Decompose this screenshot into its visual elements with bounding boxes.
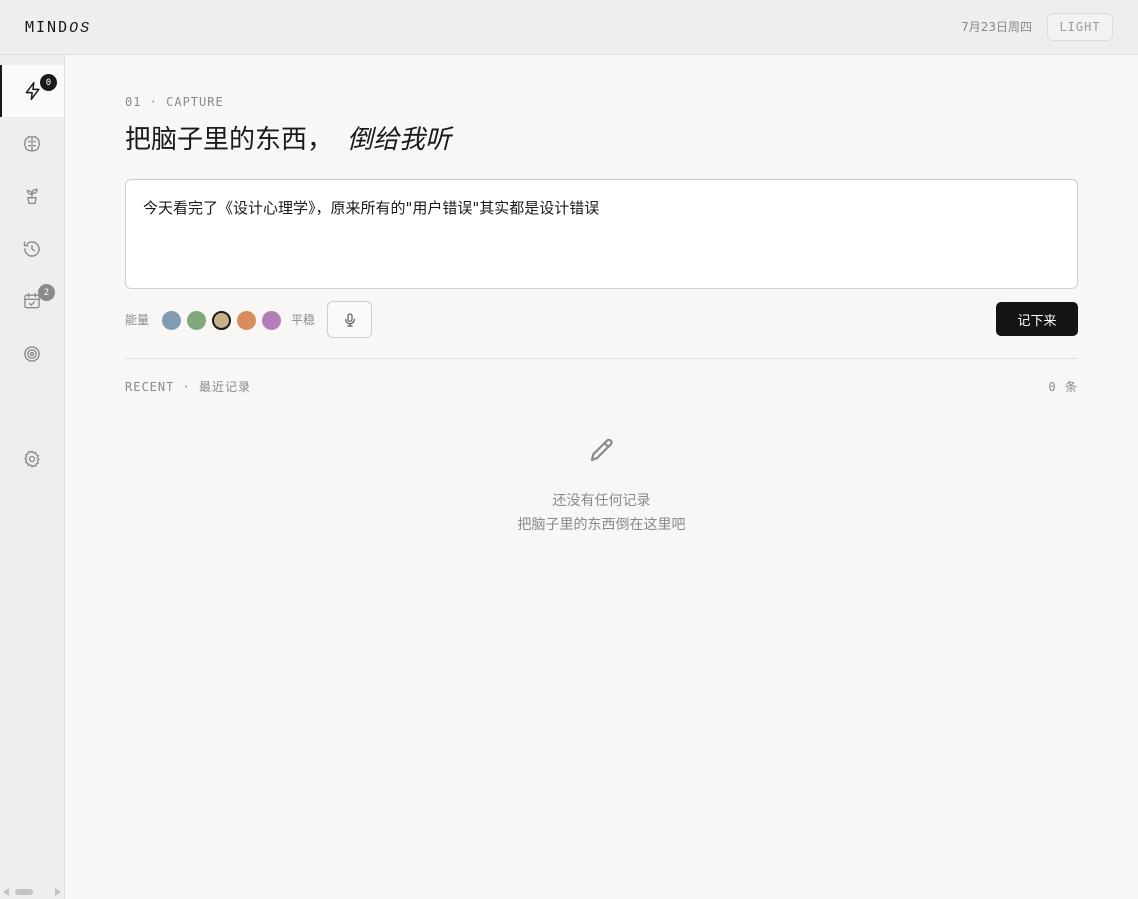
energy-dot-3[interactable]	[212, 311, 231, 330]
sidebar: 0 2	[0, 55, 65, 899]
scroll-thumb[interactable]	[15, 889, 33, 895]
energy-dot-4[interactable]	[237, 311, 256, 330]
pencil-icon	[590, 438, 613, 462]
sidebar-item-brain[interactable]	[0, 118, 64, 170]
sidebar-scrollbar[interactable]	[0, 885, 64, 899]
empty-state: 还没有任何记录 把脑子里的东西倒在这里吧	[125, 435, 1078, 537]
sidebar-item-calendar[interactable]: 2	[0, 275, 64, 327]
top-bar: MINDOS 7月23日周四 LIGHT	[0, 0, 1138, 55]
scroll-right-arrow[interactable]	[55, 888, 61, 896]
brain-icon	[23, 135, 41, 152]
divider	[125, 358, 1078, 359]
theme-toggle-button[interactable]: LIGHT	[1047, 13, 1113, 41]
energy-label: 能量	[125, 313, 150, 327]
empty-subtitle: 把脑子里的东西倒在这里吧	[517, 517, 686, 533]
page-title: 把脑子里的东西， 倒给我听	[125, 119, 451, 156]
sprout-icon	[26, 188, 38, 205]
recent-count: 0 条	[1048, 380, 1078, 394]
target-icon	[24, 346, 40, 362]
empty-title: 还没有任何记录	[552, 493, 651, 509]
energy-dot-2[interactable]	[187, 311, 206, 330]
sidebar-item-history[interactable]	[0, 223, 64, 275]
capture-count-badge: 0	[40, 74, 57, 91]
logo-main: MIND	[25, 18, 70, 36]
scroll-left-arrow[interactable]	[3, 888, 9, 896]
energy-row: 能量 平稳 记下来	[125, 301, 1078, 339]
history-icon	[23, 241, 40, 257]
energy-dot-5[interactable]	[262, 311, 281, 330]
energy-value: 平稳	[291, 313, 316, 327]
sidebar-item-settings[interactable]	[0, 433, 64, 485]
save-button[interactable]: 记下来	[996, 302, 1078, 336]
section-label: 01 · CAPTURE	[125, 95, 224, 109]
sidebar-item-capture[interactable]: 0	[0, 65, 64, 117]
headline-text: 把脑子里的东西，	[125, 125, 334, 155]
microphone-icon	[344, 312, 355, 327]
calendar-count-badge: 2	[38, 284, 55, 301]
sidebar-item-goals[interactable]	[0, 328, 64, 380]
app-logo: MINDOS	[25, 18, 91, 37]
logo-italic: OS	[69, 20, 92, 37]
current-date: 7月23日周四	[961, 20, 1032, 34]
sidebar-item-grow[interactable]	[0, 170, 64, 222]
voice-input-button[interactable]	[327, 301, 372, 338]
headline-italic: 倒给我听	[347, 125, 452, 155]
gear-icon	[24, 450, 40, 468]
capture-textarea[interactable]: 今天看完了《设计心理学》，原来所有的"用户错误"其实都是设计错误	[125, 179, 1078, 289]
recent-label: RECENT · 最近记录	[125, 380, 252, 394]
energy-dot-1[interactable]	[162, 311, 181, 330]
